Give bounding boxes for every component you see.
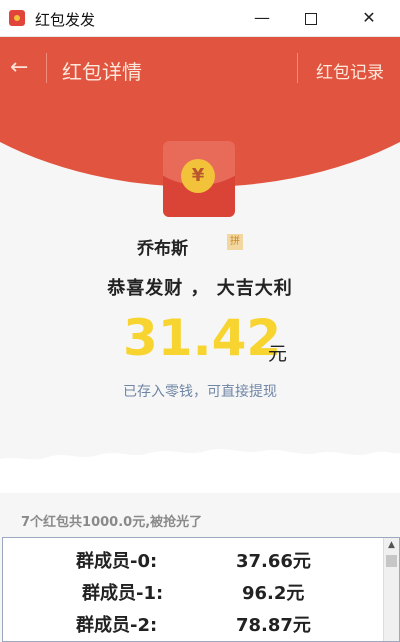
snow-decoration — [0, 449, 400, 493]
member-name: 群成员-1: — [82, 583, 164, 604]
app-red-packet-icon — [9, 10, 25, 26]
list-item: 群成员-0: 37.66元 — [3, 547, 383, 577]
member-list[interactable]: 群成员-0: 37.66元 群成员-1: 96.2元 群成员-2: 78.87元… — [2, 537, 400, 642]
page-title: 红包详情 — [62, 60, 142, 84]
member-name: 群成员-2: — [76, 615, 158, 636]
packet-summary: 7个红包共1000.0元,被抢光了 — [21, 515, 203, 530]
member-name: 群成员-0: — [76, 551, 158, 572]
scroll-up-arrow-icon[interactable]: ▲ — [384, 538, 399, 553]
red-packet-record-button[interactable]: 红包记录 — [316, 58, 384, 83]
close-button[interactable]: ✕ — [354, 6, 384, 30]
maximize-icon — [305, 13, 317, 25]
maximize-button[interactable] — [296, 6, 326, 30]
yuan-coin-icon: ¥ — [181, 159, 215, 193]
list-item: 群成员-2: 78.87元 — [3, 611, 383, 641]
window-titlebar: 红包发发 — ✕ — [0, 0, 400, 37]
list-item: 群成员-1: 96.2元 — [3, 579, 383, 609]
minimize-button[interactable]: — — [247, 6, 277, 30]
member-amount: 96.2元 — [242, 583, 305, 604]
vertical-scrollbar[interactable]: ▲ — [383, 538, 399, 641]
sender-name: 乔布斯 — [137, 239, 188, 259]
member-amount: 37.66元 — [236, 551, 311, 572]
header-divider — [46, 53, 47, 83]
amount-unit: 元 — [268, 343, 288, 365]
header-divider — [297, 53, 298, 83]
red-envelope-icon: ¥ — [163, 141, 235, 217]
scrollbar-thumb[interactable] — [386, 555, 397, 567]
member-amount: 78.87元 — [236, 615, 311, 636]
pin-badge-icon: 拼 — [227, 234, 243, 250]
deposit-note-link[interactable]: 已存入零钱，可直接提现 — [0, 381, 400, 401]
greeting-text: 恭喜发财 ， 大吉大利 — [107, 278, 293, 299]
received-amount: 31.42 — [123, 309, 282, 367]
window-title: 红包发发 — [35, 11, 96, 29]
back-button[interactable]: ← — [10, 57, 28, 79]
app-content: ← 红包详情 红包记录 ¥ 乔布斯 拼 恭喜发财 ， 大吉大利 31.42 元 … — [0, 37, 400, 642]
